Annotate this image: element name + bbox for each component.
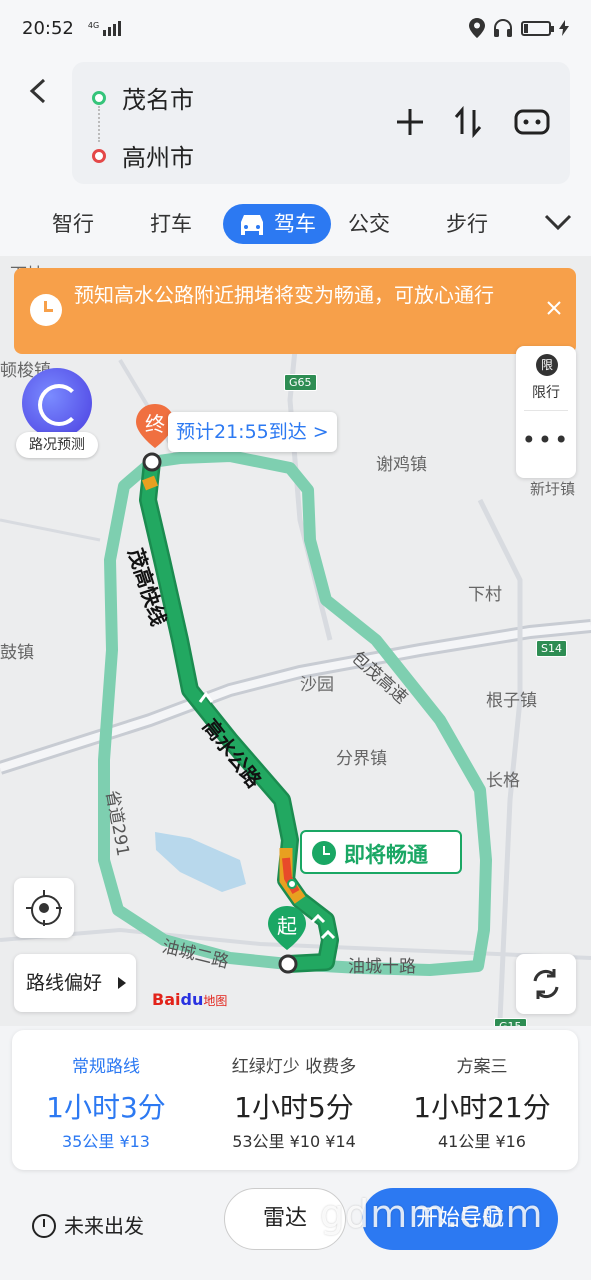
status-bar: 20:52 4G: [0, 0, 591, 56]
route-header: 茂名市 高州市 智行 打车 驾车 公交 步行: [0, 56, 591, 256]
place-label: 下村: [468, 585, 502, 605]
start-marker-label: 起: [277, 914, 297, 938]
close-icon: [547, 301, 561, 315]
origin-label: 茂名市: [122, 86, 194, 114]
tab-drive-label: 驾车: [274, 212, 316, 236]
destination-dot-icon: [92, 148, 106, 163]
future-departure-button[interactable]: 未来出发: [32, 1206, 144, 1246]
origin-dot-icon: [92, 90, 106, 105]
car-icon: [241, 215, 263, 235]
caret-right-icon: [118, 977, 126, 989]
destination-label: 高州市: [122, 144, 194, 172]
route-connector: [98, 106, 100, 142]
traffic-status-callout[interactable]: 即将畅通: [300, 830, 462, 874]
eta-callout[interactable]: 预计21:55到达 >: [168, 412, 337, 452]
status-time: 20:52: [22, 17, 74, 39]
place-label: 新圩镇: [530, 480, 576, 498]
route-input-card: 茂名市 高州市: [72, 62, 570, 184]
place-label: 谢鸡镇: [376, 455, 427, 475]
car-settings-icon: [514, 109, 550, 135]
alert-close-button[interactable]: [540, 294, 568, 322]
chevron-down-icon: [544, 214, 572, 231]
more-options-button[interactable]: •••: [516, 426, 576, 454]
watermark-text: gdmm.com: [320, 1192, 544, 1236]
logo-text: Bai: [152, 990, 181, 1009]
place-label: 根子镇: [486, 691, 537, 711]
place-label: 长格: [486, 771, 520, 791]
baidu-map-logo: Baidu地图: [152, 990, 227, 1009]
alert-text: 预知高水公路附近拥堵将变为畅通，可放心通行: [74, 283, 494, 307]
restriction-icon[interactable]: 限: [536, 354, 558, 376]
logo-paw: du: [180, 990, 204, 1009]
route-duration: 1小时5分: [234, 1091, 354, 1124]
route-meta: 41公里 ¥16: [438, 1132, 526, 1151]
place-label: 沙园: [300, 675, 334, 695]
future-departure-label: 未来出发: [64, 1214, 144, 1238]
refresh-icon: [533, 969, 559, 999]
traffic-alert-banner[interactable]: 预知高水公路附近拥堵将变为畅通，可放心通行: [14, 268, 576, 354]
refresh-button[interactable]: [516, 954, 576, 1014]
route-duration: 1小时21分: [413, 1091, 551, 1124]
route-option-2[interactable]: 红绿灯少 收费多 1小时5分 53公里 ¥10 ¥14: [200, 1030, 388, 1170]
highway-shield: G65: [284, 374, 317, 391]
traffic-predict-button[interactable]: 路况预测: [16, 368, 98, 458]
predict-gauge-icon: [22, 368, 92, 438]
more-modes-button[interactable]: [540, 204, 576, 240]
tab-walk[interactable]: 步行: [446, 204, 488, 244]
route-meta: 53公里 ¥10 ¥14: [232, 1132, 356, 1151]
place-label: 分界镇: [336, 749, 387, 769]
crosshair-icon: [26, 890, 62, 926]
route-options-card: 常规路线 1小时3分 35公里 ¥13 红绿灯少 收费多 1小时5分 53公里 …: [12, 1030, 578, 1170]
logo-map-word: 地图: [203, 994, 228, 1008]
place-label: 鼓镇: [0, 643, 34, 663]
headphone-icon: [494, 19, 512, 37]
swap-button[interactable]: [446, 100, 490, 144]
location-icon: [469, 18, 485, 38]
route-option-3[interactable]: 方案三 1小时21分 41公里 ¥16: [388, 1030, 576, 1170]
route-duration: 1小时3分: [46, 1091, 166, 1124]
tab-drive[interactable]: 驾车: [223, 204, 331, 244]
vehicle-settings-button[interactable]: [510, 100, 554, 144]
clock-icon: [32, 1214, 56, 1238]
route-title: 红绿灯少 收费多: [231, 1057, 357, 1077]
highway-shield: S14: [536, 640, 567, 657]
start-marker[interactable]: 起: [266, 904, 308, 952]
swap-icon: [454, 106, 482, 138]
route-meta: 35公里 ¥13: [62, 1132, 150, 1151]
traffic-status-text: 即将畅通: [344, 843, 428, 867]
route-title: 常规路线: [72, 1057, 140, 1077]
destination-field[interactable]: 高州市: [92, 138, 194, 173]
route-options-panel: 常规路线 1小时3分 35公里 ¥13 红绿灯少 收费多 1小时5分 53公里 …: [0, 1026, 591, 1280]
signal-icon: 4G: [87, 20, 122, 36]
origin-field[interactable]: 茂名市: [92, 80, 194, 115]
back-arrow-icon: [29, 78, 46, 104]
map-side-tools: 限 限行 •••: [516, 346, 576, 478]
locate-button[interactable]: [14, 878, 74, 938]
network-type: 4G: [87, 20, 100, 30]
route-preference-label: 路线偏好: [26, 972, 103, 994]
route-title: 方案三: [456, 1057, 508, 1077]
route-option-1[interactable]: 常规路线 1小时3分 35公里 ¥13: [12, 1030, 200, 1170]
road-label-youcheng10: 油城十路: [348, 957, 416, 977]
clock-icon: [30, 294, 62, 326]
plus-icon: [397, 109, 423, 135]
predict-label: 路况预测: [16, 432, 98, 458]
restriction-label[interactable]: 限行: [516, 382, 576, 402]
travel-mode-tabs: 智行 打车 驾车 公交 步行: [0, 198, 591, 248]
divider: [524, 410, 568, 411]
charging-icon: [559, 20, 569, 36]
back-button[interactable]: [26, 74, 56, 108]
battery-icon: [521, 20, 554, 36]
highway-shield: G15: [494, 1018, 527, 1026]
tab-transit[interactable]: 公交: [348, 204, 390, 244]
route-preference-button[interactable]: 路线偏好: [14, 954, 136, 1012]
clock-icon: [312, 841, 336, 865]
tab-taxi[interactable]: 打车: [150, 204, 192, 244]
add-waypoint-button[interactable]: [388, 100, 432, 144]
tab-smart[interactable]: 智行: [52, 204, 94, 244]
